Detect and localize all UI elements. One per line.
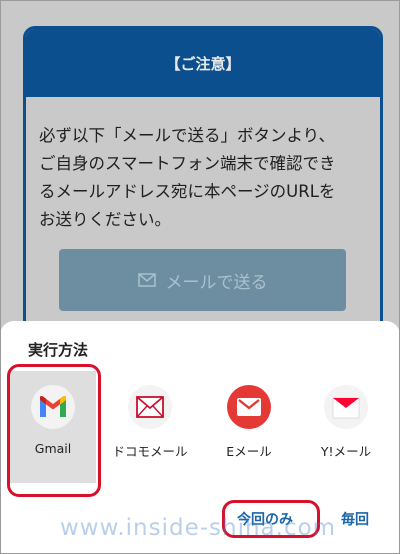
image-frame	[0, 0, 400, 554]
